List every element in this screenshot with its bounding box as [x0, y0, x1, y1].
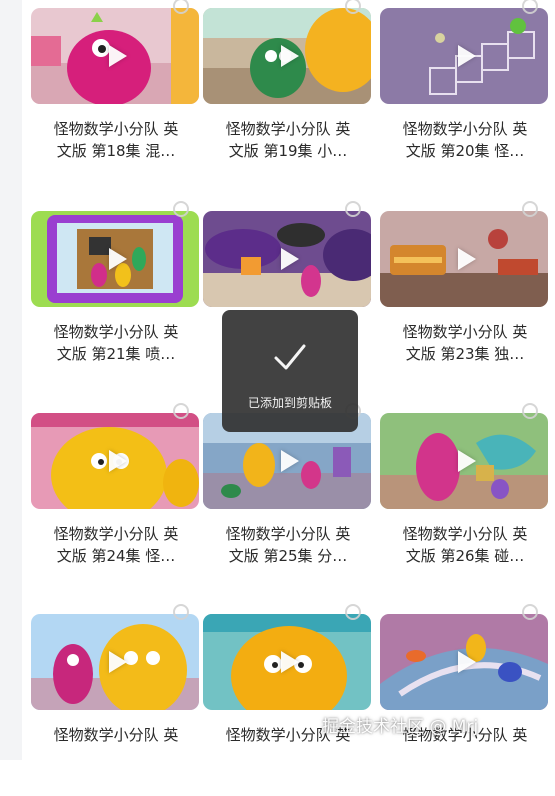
video-card[interactable]: 怪物数学小分队 英 文版 第24集 怪…	[31, 403, 199, 595]
video-title[interactable]: 怪物数学小分队 英 文版 第24集 怪…	[39, 523, 193, 567]
play-icon	[458, 651, 476, 673]
video-title-line: 怪物数学小分队 英	[53, 120, 179, 138]
select-circle-icon[interactable]	[173, 604, 189, 620]
play-icon	[109, 248, 127, 270]
video-thumbnail[interactable]	[380, 413, 548, 509]
video-title-line: 怪物数学小分队 英	[53, 323, 179, 341]
play-icon	[458, 45, 476, 67]
video-title-line: 文版 第26集 碰…	[405, 547, 525, 565]
video-card[interactable]: 怪物数学小分队 英 文版 第21集 喷…	[31, 201, 199, 393]
select-circle-icon[interactable]	[522, 201, 538, 217]
check-icon	[274, 344, 306, 370]
play-icon	[109, 450, 127, 472]
video-title[interactable]: 怪物数学小分队 英 文版 第20集 怪…	[388, 118, 542, 162]
video-thumbnail[interactable]	[31, 614, 199, 710]
play-icon	[281, 651, 299, 673]
video-title[interactable]: 怪物数学小分队 英 文版 第19集 小…	[211, 118, 365, 162]
play-icon	[281, 450, 299, 472]
select-circle-icon[interactable]	[522, 604, 538, 620]
video-title[interactable]: 怪物数学小分队 英 文版 第26集 碰…	[388, 523, 542, 567]
video-title-line: 怪物数学小分队 英	[402, 525, 528, 543]
video-title[interactable]: 怪物数学小分队 英 文版 第23集 独…	[388, 321, 542, 365]
select-circle-icon[interactable]	[345, 604, 361, 620]
video-title-line: 怪物数学小分队 英	[225, 120, 351, 138]
video-thumbnail[interactable]	[203, 8, 371, 104]
video-title[interactable]: 怪物数学小分队 英 文版 第21集 喷…	[39, 321, 193, 365]
video-card[interactable]: 怪物数学小分队 英 文版 第23集 独…	[380, 201, 548, 393]
select-circle-icon[interactable]	[345, 201, 361, 217]
play-icon	[281, 45, 299, 67]
video-card[interactable]: 怪物数学小分队 英	[31, 604, 199, 796]
video-title[interactable]: 怪物数学小分队 英 文版 第25集 分…	[211, 523, 365, 567]
video-title-line: 文版 第24集 怪…	[56, 547, 176, 565]
video-title-line: 文版 第18集 混…	[56, 142, 176, 160]
select-circle-icon[interactable]	[522, 403, 538, 419]
video-thumbnail[interactable]	[31, 413, 199, 509]
watermark-text: 掘金技术社区 @ Mrj	[322, 717, 479, 737]
video-thumbnail[interactable]	[380, 8, 548, 104]
video-title-line: 怪物数学小分队 英	[225, 525, 351, 543]
video-title[interactable]: 怪物数学小分队 英	[39, 724, 193, 746]
play-icon	[109, 651, 127, 673]
video-card[interactable]: 怪物数学小分队 英	[380, 604, 548, 796]
video-title-line: 怪物数学小分队 英	[53, 525, 179, 543]
select-circle-icon[interactable]	[173, 403, 189, 419]
video-thumbnail[interactable]	[31, 8, 199, 104]
video-title-line: 文版 第19集 小…	[228, 142, 348, 160]
play-icon	[109, 45, 127, 67]
video-title-line: 文版 第21集 喷…	[56, 345, 176, 363]
copied-toast: 已添加到剪贴板	[222, 310, 358, 432]
video-card[interactable]: 怪物数学小分队 英 文版 第19集 小…	[203, 0, 371, 190]
video-title-line: 文版 第25集 分…	[228, 547, 348, 565]
video-card[interactable]: 怪物数学小分队 英	[203, 604, 371, 796]
play-icon	[458, 450, 476, 472]
video-thumbnail[interactable]	[380, 614, 548, 710]
video-thumbnail[interactable]	[380, 211, 548, 307]
video-thumbnail[interactable]	[31, 211, 199, 307]
video-title-line: 文版 第20集 怪…	[405, 142, 525, 160]
video-card[interactable]: 怪物数学小分队 英 文版 第25集 分…	[203, 403, 371, 595]
video-title-line: 怪物数学小分队 英	[402, 323, 528, 341]
video-thumbnail[interactable]	[203, 614, 371, 710]
video-title-line: 怪物数学小分队 英	[402, 120, 528, 138]
video-title-line: 文版 第23集 独…	[405, 345, 525, 363]
video-card[interactable]: 怪物数学小分队 英 文版 第18集 混…	[31, 0, 199, 190]
video-title-line: 怪物数学小分队 英	[53, 726, 179, 744]
select-circle-icon[interactable]	[173, 201, 189, 217]
play-icon	[281, 248, 299, 270]
video-card[interactable]: 怪物数学小分队 英 文版 第20集 怪…	[380, 0, 548, 190]
video-card[interactable]: 怪物数学小分队 英 文版 第26集 碰…	[380, 403, 548, 595]
toast-message: 已添加到剪贴板	[247, 396, 332, 410]
play-icon	[458, 248, 476, 270]
video-title[interactable]: 怪物数学小分队 英 文版 第18集 混…	[39, 118, 193, 162]
video-thumbnail[interactable]	[203, 211, 371, 307]
